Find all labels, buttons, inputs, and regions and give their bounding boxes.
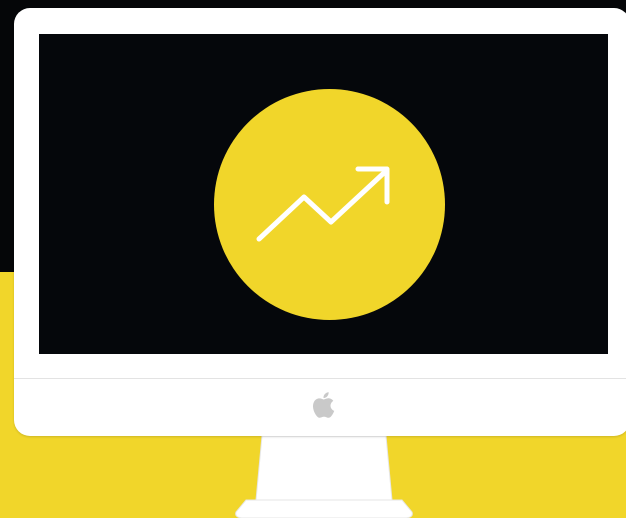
apple-logo-icon [313,392,335,418]
trend-badge [214,89,445,320]
monitor-screen [39,34,608,354]
trending-up-arrow-icon [256,166,390,242]
monitor-chin-divider [14,378,626,379]
monitor-frame [14,8,626,436]
